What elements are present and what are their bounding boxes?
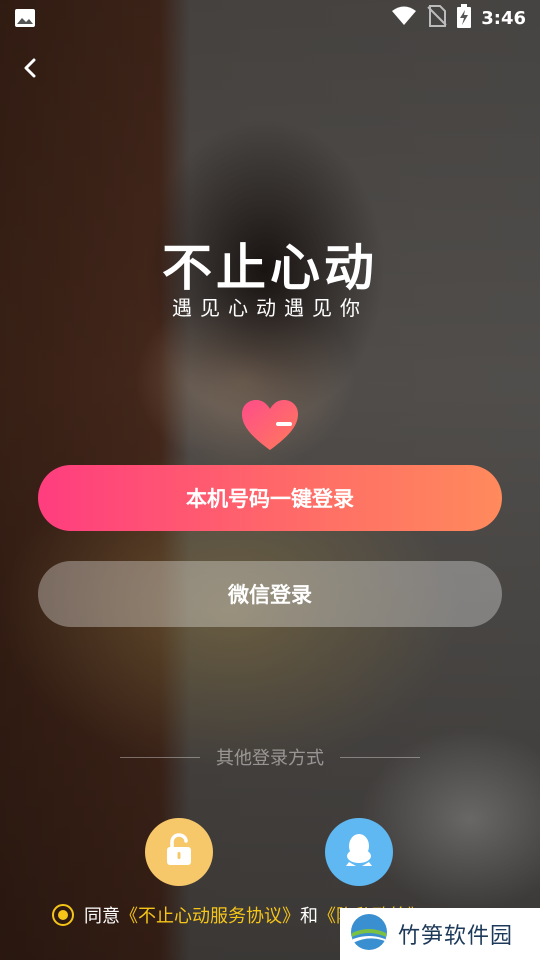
app-subtitle: 遇见心动遇见你 <box>172 296 368 320</box>
status-bar: 3:46 <box>0 0 540 36</box>
qq-icon <box>343 832 375 872</box>
watermark-text: 竹笋软件园 <box>398 924 514 949</box>
other-login-divider: 其他登录方式 <box>0 744 540 770</box>
chevron-left-icon <box>23 58 37 82</box>
agree-prefix: 同意 <box>84 906 120 927</box>
password-login-button[interactable] <box>145 818 213 886</box>
divider-line-left <box>120 756 200 758</box>
radio-dot <box>58 910 68 920</box>
wechat-login-button[interactable]: 微信登录 <box>38 561 502 627</box>
divider-line-right <box>340 756 420 758</box>
wifi-icon <box>391 6 417 30</box>
status-time: 3:46 <box>481 7 526 29</box>
agree-radio[interactable] <box>52 904 74 926</box>
gallery-icon <box>14 8 36 28</box>
battery-charging-icon <box>457 4 472 32</box>
agree-conjunction: 和 <box>300 906 318 927</box>
terms-link[interactable]: 《不止心动服务协议》 <box>120 902 300 928</box>
watermark-logo-icon <box>350 913 388 955</box>
other-login-label: 其他登录方式 <box>216 748 324 769</box>
back-button[interactable] <box>12 52 48 88</box>
app-title: 不止心动 <box>162 238 378 297</box>
no-sim-icon <box>427 5 447 31</box>
lock-icon <box>164 833 194 871</box>
watermark: 竹笋软件园 <box>340 908 540 960</box>
heart-icon <box>240 398 300 454</box>
phone-login-button[interactable]: 本机号码一键登录 <box>38 465 502 531</box>
qq-login-button[interactable] <box>325 818 393 886</box>
